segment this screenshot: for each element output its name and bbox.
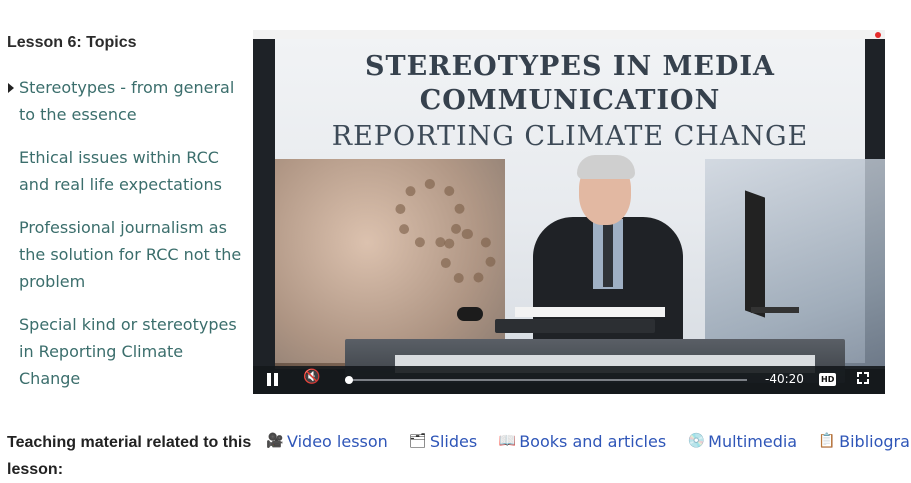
- topic-label: Ethical issues within RCC and real life …: [19, 148, 222, 194]
- topic-link-professional-journalism[interactable]: Professional journalism as the solution …: [7, 214, 242, 295]
- slide-title-line-1: STEREOTYPES IN MEDIA: [364, 51, 776, 82]
- material-label: Multimedia: [708, 431, 798, 451]
- presenter-hair: [577, 155, 635, 179]
- material-label: Books and articles: [519, 431, 667, 451]
- topic-link-ethical-issues[interactable]: Ethical issues within RCC and real life …: [7, 144, 242, 198]
- video-top-strip: [253, 30, 885, 39]
- topics-sidebar: Lesson 6: Topics Stereotypes - from gene…: [7, 34, 242, 408]
- video-lesson-link[interactable]: 🎥 Video lesson: [266, 432, 388, 451]
- materials-label: Teaching material related to this lesson…: [7, 434, 252, 478]
- video-camera-icon: 🎥: [266, 433, 284, 449]
- material-label: Bibliography: [839, 431, 911, 451]
- topic-label: Professional journalism as the solution …: [19, 218, 242, 291]
- topic-label: Special kind or stereotypes in Reporting…: [19, 315, 237, 388]
- slide-title-line-3: REPORTING CLIMATE CHANGE: [331, 121, 809, 152]
- video-player[interactable]: STEREOTYPES IN MEDIA COMMUNICATION REPOR…: [253, 30, 885, 394]
- keyboard-icon: [495, 319, 655, 333]
- fullscreen-icon[interactable]: [857, 372, 869, 384]
- material-label: Video lesson: [287, 431, 388, 451]
- progress-knob[interactable]: [345, 376, 353, 384]
- recording-dot-icon: [875, 32, 881, 38]
- books-articles-link[interactable]: 📖 Books and articles: [498, 432, 666, 451]
- lesson-title: Lesson 6: Topics: [7, 34, 137, 51]
- slides-link[interactable]: 🗂 Slides: [409, 432, 477, 451]
- topic-label: Stereotypes - from general to the essenc…: [19, 78, 235, 124]
- topic-link-special-stereotypes[interactable]: Special kind or stereotypes in Reporting…: [7, 311, 242, 392]
- volume-muted-icon[interactable]: 🔇: [303, 369, 320, 385]
- hd-quality-button[interactable]: HD: [819, 373, 837, 386]
- player-controls: 🔇 -40:20 HD: [253, 366, 885, 394]
- slide-title-line-2: COMMUNICATION: [419, 85, 721, 116]
- presenter-tie: [603, 223, 613, 287]
- progress-bar[interactable]: [345, 376, 747, 384]
- monitor-icon: [745, 190, 765, 318]
- topic-link-stereotypes[interactable]: Stereotypes - from general to the essenc…: [7, 74, 242, 128]
- multimedia-link[interactable]: 💿 Multimedia: [687, 432, 797, 451]
- materials-links: 🎥 Video lesson 🗂 Slides 📖 Books and arti…: [266, 429, 911, 453]
- time-remaining: -40:20: [765, 372, 804, 386]
- background-image-right: [705, 159, 885, 369]
- mouse-icon: [457, 307, 483, 321]
- open-book-icon: 📖: [498, 433, 516, 449]
- video-frame[interactable]: STEREOTYPES IN MEDIA COMMUNICATION REPOR…: [275, 39, 885, 383]
- pause-icon[interactable]: [267, 373, 279, 387]
- monitor-stand: [751, 307, 799, 313]
- slides-icon: 🗂: [408, 433, 427, 449]
- notepad-icon: 📋: [818, 433, 836, 449]
- papers: [515, 307, 665, 317]
- caret-right-icon: [8, 83, 14, 93]
- gear-icon: [440, 229, 496, 285]
- multimedia-disc-icon: 💿: [687, 433, 705, 449]
- material-label: Slides: [429, 431, 478, 451]
- bibliography-link[interactable]: 📋 Bibliography: [818, 432, 911, 451]
